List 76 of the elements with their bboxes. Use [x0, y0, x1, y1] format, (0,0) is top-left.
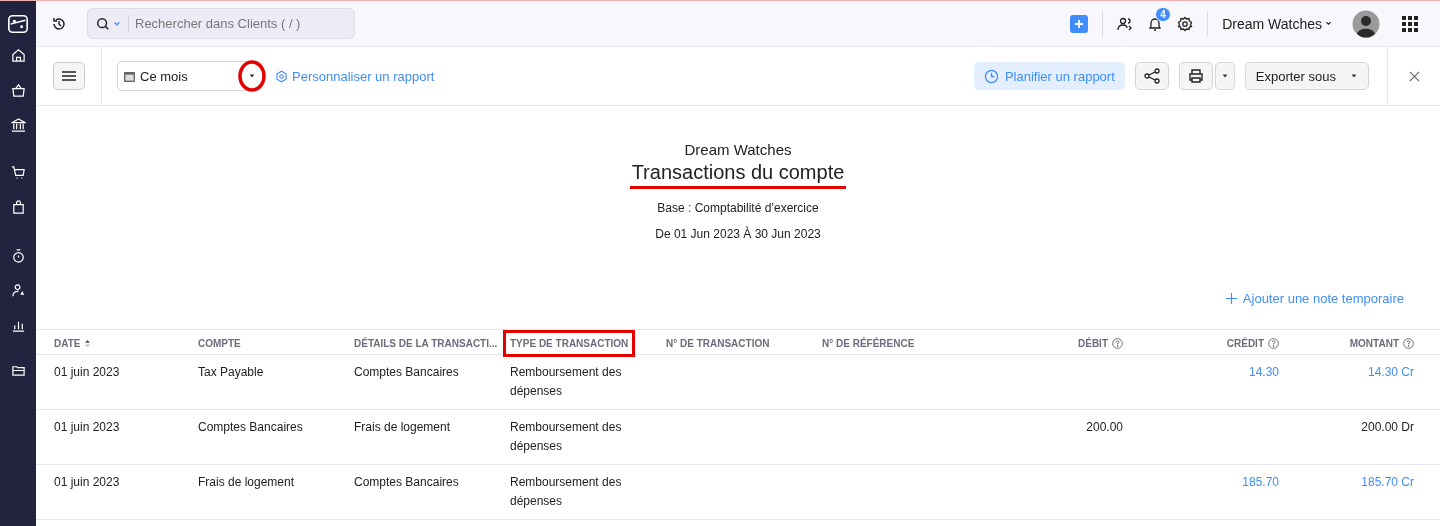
bag-icon[interactable] [10, 200, 26, 215]
add-note-link[interactable]: Ajouter une note temporaire [1225, 291, 1404, 306]
export-button[interactable]: Exporter sous [1244, 62, 1369, 90]
folder-icon[interactable] [10, 363, 26, 378]
plus-icon [1225, 293, 1237, 304]
table-cell: 200.00 Dr [1361, 420, 1414, 434]
menu-icon [61, 71, 76, 81]
table-cell: Comptes Bancaires [198, 420, 303, 434]
table-cell: 01 juin 2023 [54, 420, 120, 434]
column-header: TYPE DE TRANSACTION [510, 338, 629, 349]
settings-icon[interactable] [1177, 15, 1194, 32]
table-cell[interactable]: 14.30 [1248, 365, 1279, 379]
apps-grid-icon[interactable] [1402, 15, 1418, 32]
notification-badge: 4 [1155, 6, 1171, 22]
user-star-icon[interactable] [10, 283, 26, 298]
table-cell: Comptes Bancaires [354, 475, 459, 489]
caret-icon [1220, 72, 1229, 80]
help-icon[interactable] [1403, 338, 1414, 349]
table-cell: Tax Payable [198, 365, 264, 379]
help-icon[interactable] [1112, 338, 1123, 349]
calendar-icon [124, 70, 135, 82]
settings-icon [275, 69, 288, 83]
column-header: DATE [54, 338, 81, 349]
table-cell: 200.00 [1086, 420, 1123, 434]
caret-icon [1325, 20, 1332, 27]
logo-icon[interactable] [7, 13, 29, 35]
table-cell-text: Remboursement des dépenses [510, 419, 623, 455]
column-header: N° DE RÉFÉRENCE [822, 338, 915, 349]
help-icon[interactable] [1268, 338, 1279, 349]
table-cell-text: Remboursement des dépenses [510, 364, 623, 400]
report-basis: Base : Comptabilité d’exercice [657, 201, 819, 215]
table-cell: Comptes Bancaires [354, 365, 459, 379]
printer-icon [1187, 68, 1204, 84]
table-cell: Frais de logement [198, 475, 295, 489]
close-icon [1408, 70, 1420, 82]
caret-icon[interactable] [248, 72, 256, 80]
share-button[interactable] [1134, 62, 1169, 90]
share-icon [1143, 68, 1160, 84]
search-field[interactable]: Rechercher dans Clients ( / ) [87, 8, 355, 39]
table-cell: Frais de logement [354, 420, 451, 434]
home-icon[interactable] [10, 48, 26, 63]
column-header: N° DE TRANSACTION [666, 338, 770, 349]
schedule-report-button[interactable]: Planifier un rapport [973, 62, 1125, 90]
users-icon[interactable] [1117, 15, 1134, 32]
add-button[interactable] [1070, 14, 1089, 33]
caret-icon [113, 19, 121, 28]
menu-button[interactable] [52, 62, 85, 90]
organization-menu[interactable]: Dream Watches [1222, 15, 1332, 32]
print-button[interactable] [1178, 62, 1213, 90]
table-cell[interactable]: 185.70 [1242, 475, 1279, 489]
column-header: DÉTAILS DE LA TRANSACTI... [354, 338, 498, 349]
table-cell: 01 juin 2023 [54, 365, 120, 379]
table-cell: 01 juin 2023 [54, 475, 120, 489]
bank-icon[interactable] [10, 118, 26, 133]
table-cell[interactable]: 14.30 Cr [1367, 365, 1414, 379]
history-icon[interactable] [51, 15, 67, 32]
cart-icon[interactable] [10, 165, 26, 180]
table-cell-text: Remboursement des dépenses [510, 474, 623, 510]
timer-icon[interactable] [10, 248, 26, 263]
column-header: COMPTE [198, 338, 241, 349]
sort-icon[interactable] [84, 339, 92, 348]
column-header: DÉBIT [1078, 338, 1108, 349]
report-period: De 01 Jun 2023 À 30 Jun 2023 [655, 227, 821, 241]
plus-icon [1074, 18, 1085, 29]
basket-icon[interactable] [10, 83, 26, 98]
clock-icon [983, 68, 999, 84]
caret-icon [1350, 72, 1358, 80]
column-header: CRÉDIT [1226, 338, 1264, 349]
company-name: Dream Watches [684, 141, 792, 158]
table-cell[interactable]: 185.70 Cr [1361, 475, 1414, 489]
report-title: Transactions du compte [629, 161, 847, 189]
period-dropdown[interactable]: Ce mois [117, 61, 263, 91]
avatar-icon[interactable] [1352, 9, 1380, 38]
customize-report-link[interactable]: Personnaliser un rapport [275, 68, 435, 84]
search-icon [96, 16, 110, 31]
column-header: MONTANT [1349, 338, 1399, 349]
